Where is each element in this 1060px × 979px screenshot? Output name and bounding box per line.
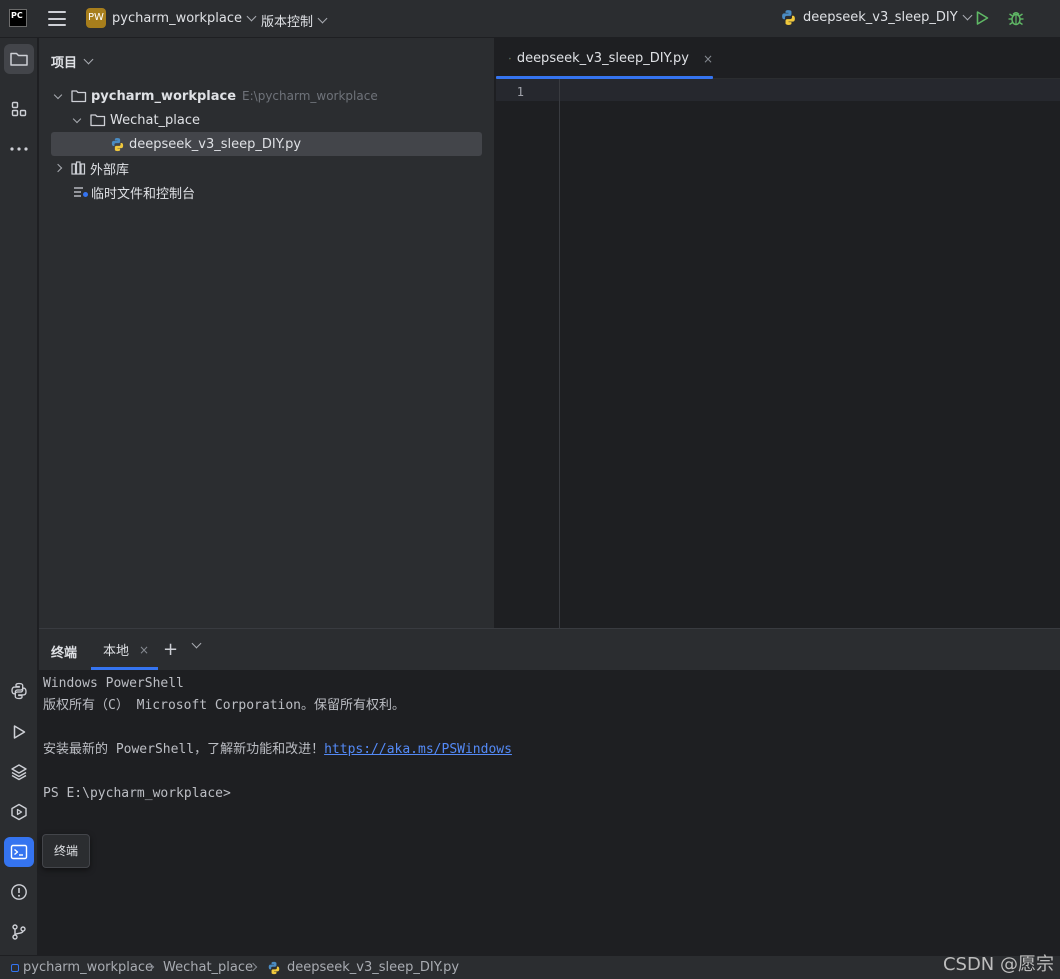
main-menu-button[interactable] (48, 11, 66, 26)
project-view-selector[interactable]: 项目 (51, 52, 94, 71)
breadcrumb-file[interactable]: deepseek_v3_sleep_DIY.py (267, 960, 459, 975)
terminal-header: 终端 本地 × + (39, 629, 1060, 670)
tree-folder-label: Wechat_place (110, 112, 201, 128)
line-gutter: 1 (496, 79, 560, 628)
new-terminal-button[interactable]: + (163, 639, 178, 660)
terminal-panel: 终端 本地 × + Windows PowerShell 版权所有（C） Mic… (39, 628, 1060, 955)
breadcrumb-label: Wechat_place (163, 960, 254, 975)
problems-icon (11, 884, 27, 900)
tree-scratches[interactable]: 临时文件和控制台 (73, 180, 195, 204)
editor-tab-label: deepseek_v3_sleep_DIY.py (516, 51, 689, 66)
terminal-prompt: PS E:\pycharm_workplace> (43, 786, 231, 801)
expand-chevron-icon[interactable] (72, 114, 82, 123)
project-header-label: 项目 (51, 56, 78, 71)
editor-tab[interactable]: deepseek_v3_sleep_DIY.py × (496, 38, 713, 79)
run-config-label: deepseek_v3_sleep_DIY (803, 10, 958, 25)
expand-chevron-icon[interactable] (53, 163, 63, 173)
expand-chevron-icon[interactable] (53, 90, 63, 99)
active-tab-indicator (91, 667, 158, 670)
terminal-title: 终端 (51, 646, 78, 661)
chevron-down-icon (317, 13, 328, 24)
editor-area: deepseek_v3_sleep_DIY.py × 1 (495, 38, 1060, 628)
chevron-down-icon (83, 54, 94, 65)
chevron-down-icon (246, 11, 257, 22)
python-file-icon (509, 57, 511, 60)
run-button[interactable] (974, 10, 990, 26)
chevron-down-icon[interactable] (191, 638, 202, 649)
scratches-icon (74, 187, 88, 197)
chevron-down-icon (962, 10, 973, 21)
terminal-tab-label: 本地 (103, 644, 130, 659)
close-icon[interactable]: × (703, 52, 713, 66)
project-tool-button[interactable] (4, 44, 34, 74)
more-tools-button[interactable] (4, 134, 34, 164)
more-icon (10, 147, 28, 151)
breadcrumb-project[interactable]: pycharm_workplace (11, 960, 153, 975)
editor-current-line[interactable] (560, 79, 1060, 101)
vcs-menu[interactable]: 版本控制 (261, 11, 328, 30)
vcs-label: 版本控制 (261, 15, 314, 30)
structure-tool-button[interactable] (4, 94, 34, 124)
pycharm-logo-icon: PC (9, 9, 27, 27)
run-config-selector[interactable]: deepseek_v3_sleep_DIY (780, 9, 973, 26)
terminal-icon (10, 844, 28, 860)
tree-root-path: E:\pycharm_workplace (242, 89, 378, 103)
python-console-button[interactable] (4, 676, 34, 706)
services-icon (11, 803, 27, 821)
terminal-tooltip: 终端 (42, 834, 90, 868)
python-console-icon (11, 682, 27, 700)
git-branch-icon (12, 924, 26, 940)
watermark: CSDN @愿宗 (942, 954, 1054, 975)
project-selector[interactable]: pycharm_workplace (112, 11, 257, 26)
title-bar: PC PW pycharm_workplace 版本控制 deepseek_v3… (0, 0, 1060, 38)
python-packages-button[interactable] (4, 757, 34, 787)
tree-folder[interactable]: Wechat_place (72, 108, 201, 132)
python-file-icon (111, 137, 124, 151)
layers-icon (11, 764, 27, 781)
tree-root[interactable]: pycharm_workplace E:\pycharm_workplace (53, 84, 378, 108)
terminal-tool-button[interactable] (4, 837, 34, 867)
status-bar: pycharm_workplace Wechat_place deepseek_… (0, 955, 1060, 979)
project-name: pycharm_workplace (112, 11, 243, 26)
terminal-tab-local[interactable]: 本地 × (91, 629, 158, 670)
tree-scratches-label: 临时文件和控制台 (91, 186, 196, 202)
tree-external-libs-label: 外部库 (90, 162, 130, 178)
debug-button[interactable] (1007, 9, 1025, 27)
python-file-icon (268, 961, 280, 974)
module-icon (11, 963, 19, 972)
python-icon (782, 10, 795, 25)
terminal-line: Windows PowerShell (43, 676, 184, 691)
tree-file[interactable]: deepseek_v3_sleep_DIY.py (51, 132, 482, 156)
folder-icon (90, 114, 106, 127)
tree-file-label: deepseek_v3_sleep_DIY.py (129, 136, 302, 152)
folder-icon (10, 52, 28, 66)
run-tool-button[interactable] (4, 717, 34, 747)
line-number: 1 (516, 85, 524, 99)
terminal-text: 安装最新的 PowerShell，了解新功能和改进！ (43, 742, 325, 757)
close-icon[interactable]: × (139, 643, 149, 657)
tree-external-libs[interactable]: 外部库 (53, 156, 130, 180)
library-icon (71, 161, 86, 175)
folder-icon (71, 90, 87, 103)
git-tool-button[interactable] (4, 917, 34, 947)
services-button[interactable] (4, 797, 34, 827)
breadcrumb-label: deepseek_v3_sleep_DIY.py (287, 960, 460, 975)
project-panel: 项目 pycharm_workplace E:\pycharm_workplac… (39, 38, 494, 628)
editor-tabbar: deepseek_v3_sleep_DIY.py × (496, 38, 1060, 79)
breadcrumb-folder[interactable]: Wechat_place (163, 960, 253, 975)
tree-root-label: pycharm_workplace (91, 88, 237, 104)
terminal-output[interactable]: Windows PowerShell 版权所有（C） Microsoft Cor… (43, 673, 512, 805)
problems-tool-button[interactable] (4, 877, 34, 907)
run-icon (13, 725, 26, 739)
breadcrumb-label: pycharm_workplace (23, 960, 154, 975)
left-tool-strip (0, 38, 38, 955)
project-badge: PW (86, 8, 106, 28)
terminal-line: 版权所有（C） Microsoft Corporation。保留所有权利。 (43, 698, 406, 713)
structure-icon (11, 101, 27, 117)
powershell-link[interactable]: https://aka.ms/PSWindows (324, 742, 512, 757)
terminal-line: 安装最新的 PowerShell，了解新功能和改进！https://aka.ms… (43, 739, 512, 761)
